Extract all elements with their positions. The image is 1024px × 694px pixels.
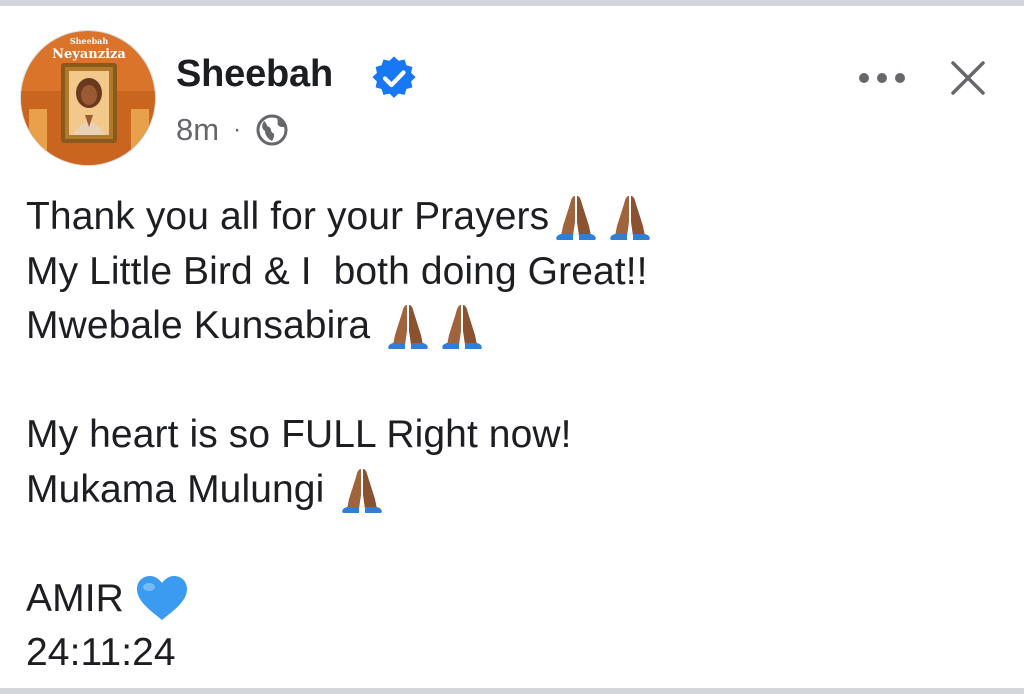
meta-separator: · bbox=[233, 116, 242, 143]
folded-hands-emoji-icon bbox=[549, 192, 603, 242]
folded-hands-emoji-icon bbox=[435, 301, 489, 351]
post-text: Mwebale Kunsabira bbox=[26, 304, 382, 347]
close-icon bbox=[951, 61, 985, 95]
avatar-image: Sheebah Neyanziza bbox=[21, 31, 155, 165]
post-text-line: My Little Bird & I both doing Great!! bbox=[26, 245, 1006, 300]
post-meta: 8m · bbox=[176, 110, 289, 150]
post-text: My heart is so FULL Right now! bbox=[26, 413, 572, 456]
post-text-line: Thank you all for your Prayers bbox=[26, 190, 1006, 245]
more-options-button[interactable] bbox=[852, 60, 912, 96]
post-text-line: 24:11:24 bbox=[26, 626, 1006, 681]
author-name[interactable]: Sheebah bbox=[176, 52, 333, 96]
blue-heart-emoji-icon bbox=[135, 574, 189, 624]
author-avatar[interactable]: Sheebah Neyanziza bbox=[20, 30, 156, 166]
more-options-icon bbox=[859, 73, 905, 83]
folded-hands-emoji-icon bbox=[335, 465, 389, 515]
bottom-border bbox=[0, 688, 1024, 694]
post-timestamp[interactable]: 8m bbox=[176, 110, 219, 150]
verified-badge-icon bbox=[372, 56, 416, 98]
post-text: 24:11:24 bbox=[26, 631, 176, 674]
post-text: AMIR bbox=[26, 576, 135, 620]
post-text-line: My heart is so FULL Right now! bbox=[26, 408, 1006, 463]
globe-icon[interactable] bbox=[255, 113, 289, 147]
folded-hands-emoji-icon bbox=[603, 192, 657, 242]
post-text-line: Mwebale Kunsabira bbox=[26, 299, 1006, 354]
facebook-post: Sheebah Neyanziza Sheebah 8m · Thank you… bbox=[0, 6, 1024, 688]
post-body: Thank you all for your Prayers My Little … bbox=[26, 190, 1006, 681]
avatar-text-main: Neyanziza bbox=[52, 47, 126, 62]
post-text: My Little Bird & I both doing Great!! bbox=[26, 249, 648, 293]
post-text-line: Mukama Mulungi bbox=[26, 463, 1006, 518]
folded-hands-emoji-icon bbox=[381, 301, 435, 351]
post-text-line bbox=[26, 354, 1006, 409]
avatar-text-top: Sheebah bbox=[70, 36, 109, 46]
post-text: Thank you all for your Prayers bbox=[26, 195, 550, 238]
post-text-line bbox=[26, 517, 1006, 572]
close-button[interactable] bbox=[944, 54, 992, 102]
post-text: Mukama Mulungi bbox=[26, 467, 336, 511]
post-text-line: AMIR bbox=[26, 572, 1006, 627]
